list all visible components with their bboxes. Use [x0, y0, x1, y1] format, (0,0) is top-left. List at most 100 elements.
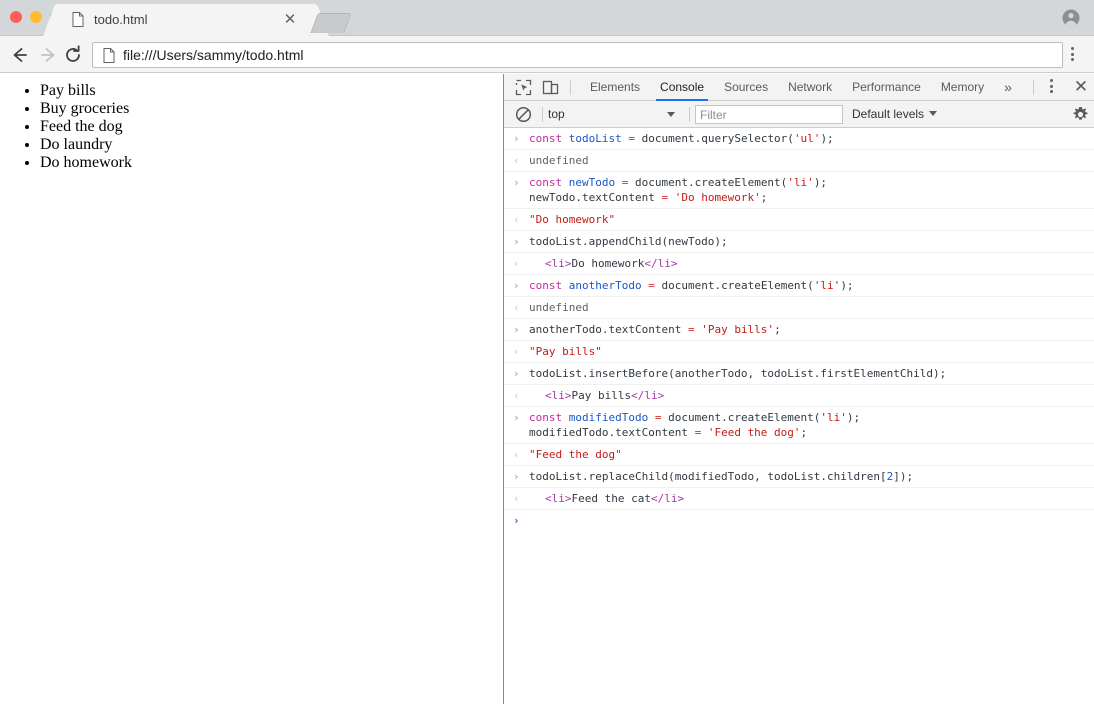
output-caret-icon: ‹ — [513, 256, 520, 271]
console-context-selector[interactable]: top — [548, 105, 683, 124]
address-bar-url: file:///Users/sammy/todo.html — [123, 47, 304, 63]
devtools-tab-console[interactable]: Console — [650, 74, 714, 101]
code-token: const — [529, 132, 569, 145]
console-output-row: ‹"Feed the dog" — [504, 444, 1094, 466]
console-line: undefined — [529, 153, 1094, 168]
code-token: <li> — [545, 257, 572, 270]
code-token: ); — [847, 411, 860, 424]
code-token: </li> — [631, 389, 664, 402]
console-output-row: ‹"Pay bills" — [504, 341, 1094, 363]
output-caret-icon: ‹ — [513, 212, 520, 227]
console-filter-input[interactable] — [695, 105, 843, 124]
code-token: 'li' — [787, 176, 814, 189]
kebab-menu-icon[interactable] — [1071, 47, 1075, 63]
code-token: Do homework — [572, 257, 645, 270]
code-token: </li> — [644, 257, 677, 270]
console-line: todoList.insertBefore(anotherTodo, todoL… — [529, 366, 1094, 381]
code-token: = — [688, 323, 701, 336]
console-input-row: ›todoList.appendChild(newTodo); — [504, 231, 1094, 253]
address-bar[interactable]: file:///Users/sammy/todo.html — [92, 42, 1063, 68]
console-input-row: ›anotherTodo.textContent = 'Pay bills'; — [504, 319, 1094, 341]
devtools-tab-elements[interactable]: Elements — [580, 74, 650, 101]
window-close-button[interactable] — [10, 11, 22, 23]
console-line: todoList.replaceChild(modifiedTodo, todo… — [529, 469, 1094, 484]
code-token: ; — [774, 323, 781, 336]
code-token: newTodo.textContent — [529, 191, 661, 204]
code-token: 'Do homework' — [675, 191, 761, 204]
device-toolbar-icon[interactable] — [542, 79, 559, 96]
console-input-row: ›const todoList = document.querySelector… — [504, 128, 1094, 150]
console-message-list[interactable]: › const todoList = document.querySelector… — [504, 128, 1094, 704]
log-levels-dropdown[interactable]: Default levels — [852, 107, 937, 121]
console-line: <li>Do homework</li> — [529, 256, 1094, 271]
clear-console-icon[interactable] — [515, 106, 532, 123]
code-token: undefined — [529, 301, 589, 314]
console-line: const modifiedTodo = document.createElem… — [529, 410, 1094, 425]
console-input-row: ›const modifiedTodo = document.createEle… — [504, 407, 1094, 444]
gear-icon[interactable] — [1072, 106, 1089, 123]
console-output-row: ‹ <li>Feed the cat</li> — [504, 488, 1094, 510]
divider — [570, 80, 571, 95]
console-input-row: › todoList.insertBefore(anotherTodo, todo… — [504, 363, 1094, 385]
code-token: document.querySelector( — [642, 132, 794, 145]
inspect-element-icon[interactable] — [515, 79, 532, 96]
browser-tab-title: todo.html — [94, 12, 147, 27]
console-line: <li>Pay bills</li> — [529, 388, 1094, 403]
output-caret-icon: ‹ — [513, 153, 520, 168]
code-token: 'Feed the dog' — [708, 426, 801, 439]
reload-icon[interactable] — [62, 44, 84, 66]
browser-tab-todo[interactable]: todo.html ✕ — [62, 4, 310, 36]
code-token: const — [529, 411, 569, 424]
output-caret-icon: ‹ — [513, 344, 520, 359]
code-token: anotherTodo.textContent — [529, 323, 688, 336]
code-token: todoList.insertBefore(anotherTodo, todoL… — [529, 367, 946, 380]
code-token: ); — [840, 279, 853, 292]
kebab-menu-icon[interactable] — [1050, 79, 1054, 96]
new-tab-icon[interactable] — [310, 13, 351, 33]
code-token: Pay bills — [572, 389, 632, 402]
code-token: const — [529, 279, 569, 292]
devtools-tab-network[interactable]: Network — [778, 74, 842, 101]
close-icon[interactable]: ✕ — [282, 12, 298, 28]
divider — [1033, 80, 1034, 95]
code-token: = — [695, 426, 708, 439]
code-token: 'Pay bills' — [701, 323, 774, 336]
code-token: </li> — [651, 492, 684, 505]
output-caret-icon: ‹ — [513, 447, 520, 462]
console-line: newTodo.textContent = 'Do homework'; — [529, 190, 1094, 205]
code-token: document.createElement( — [668, 411, 820, 424]
tab-strip: todo.html ✕ — [0, 0, 1094, 36]
output-caret-icon: ‹ — [513, 491, 520, 506]
close-icon[interactable]: ✕ — [1072, 78, 1090, 96]
input-caret-icon: › — [513, 366, 520, 381]
console-input-row: ›const newTodo = document.createElement(… — [504, 172, 1094, 209]
console-prompt-row[interactable]: › — [504, 510, 1094, 533]
input-caret-icon: › — [513, 278, 520, 293]
code-token: document.createElement( — [635, 176, 787, 189]
devtools-tab-sources[interactable]: Sources — [714, 74, 778, 101]
code-token: = — [661, 191, 674, 204]
log-levels-label: Default levels — [852, 107, 924, 121]
code-token: Feed the cat — [572, 492, 651, 505]
navigation-toolbar: file:///Users/sammy/todo.html — [0, 36, 1094, 73]
devtools-tab-memory[interactable]: Memory — [931, 74, 994, 101]
todo-list: Pay billsBuy groceriesFeed the dogDo lau… — [0, 74, 503, 172]
code-token: ; — [801, 426, 808, 439]
console-line: const todoList = document.querySelector(… — [529, 131, 1094, 146]
console-line: <li>Feed the cat</li> — [529, 491, 1094, 506]
devtools-more-tabs-icon[interactable]: » — [994, 74, 1022, 101]
code-token: = — [622, 176, 635, 189]
back-arrow-icon[interactable] — [8, 44, 30, 66]
console-line: const newTodo = document.createElement('… — [529, 175, 1094, 190]
devtools-tab-performance[interactable]: Performance — [842, 74, 931, 101]
divider — [689, 107, 690, 122]
console-line: modifiedTodo.textContent = 'Feed the dog… — [529, 425, 1094, 440]
window-minimize-button[interactable] — [30, 11, 42, 23]
code-token: = — [628, 132, 641, 145]
console-line: anotherTodo.textContent = 'Pay bills'; — [529, 322, 1094, 337]
page-viewport: Pay billsBuy groceriesFeed the dogDo lau… — [0, 74, 503, 704]
profile-icon[interactable] — [1062, 9, 1080, 27]
input-caret-icon: › — [513, 234, 520, 249]
console-output-row: ‹<li>Pay bills</li> — [504, 385, 1094, 407]
code-token: ]); — [893, 470, 913, 483]
